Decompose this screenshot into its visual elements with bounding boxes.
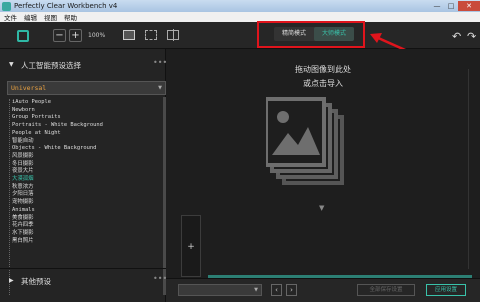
split-view-icon[interactable] [145,30,157,40]
zoom-out-button[interactable]: − [53,29,66,42]
preset-item[interactable]: 夜景大片 [12,168,162,176]
window-title: Perfectly Clear Workbench v4 [14,2,118,10]
mode-simple-option[interactable]: 精简模式 [274,27,314,41]
sidebar-divider [0,268,166,269]
chevron-down-icon[interactable]: ▼ [319,204,324,212]
collapse-arrow-icon[interactable]: ▼ [9,61,14,68]
close-button[interactable]: ✕ [458,1,480,11]
undo-icon[interactable]: ↶ [452,30,461,43]
mode-full-option[interactable]: 大师模式 [314,27,354,41]
menu-view[interactable]: 视图 [44,12,57,22]
preset-item[interactable]: 冬日摄影 [12,161,162,169]
preset-item[interactable]: 水下摄影 [12,230,162,238]
preset-item[interactable]: Group Portraits [12,114,162,122]
ai-preset-section-header[interactable]: ▼ 人工智能预设选择 ••• [0,58,167,74]
single-view-icon[interactable] [123,30,135,40]
menu-bar: 文件 编辑 视图 帮助 [0,12,480,22]
preset-dropdown-value: Universal [11,84,47,92]
preset-item[interactable]: Portraits - White Background [12,122,162,130]
expand-arrow-icon[interactable]: ▶ [9,277,14,284]
preset-item[interactable]: Animals [12,207,162,215]
preset-dropdown[interactable]: Universal ▼ [7,81,166,95]
preset-item[interactable]: iAuto People [12,99,162,107]
mode-toggle[interactable]: 精简模式 大师模式 [274,27,354,41]
preset-item[interactable]: People at Night [12,130,162,138]
preset-item[interactable]: 秋意浓方 [12,184,162,192]
main-canvas[interactable]: 拖动图像到此处 或点击导入 ▼ + [166,49,480,278]
preset-item[interactable]: 黑白照片 [12,238,162,246]
other-preset-section-title: 其他预设 [21,277,51,286]
minimize-button[interactable]: — [430,1,444,11]
compare-view-icon[interactable] [167,29,179,41]
ai-preset-section-title: 人工智能预设选择 [21,61,81,70]
chevron-down-icon: ▼ [158,85,162,91]
zoom-level: 100% [88,32,106,39]
preset-item[interactable]: 风景摄影 [12,153,162,161]
add-image-button[interactable]: + [181,215,201,277]
preset-item[interactable]: 宠物摄影 [12,199,162,207]
preset-item[interactable]: 花卉四季 [12,222,162,230]
zoom-in-button[interactable]: + [69,29,82,42]
preset-item-active[interactable]: 大漠孤烟 [12,176,162,184]
tree-guide-line [9,99,10,295]
preset-item[interactable]: 夕阳日落 [12,191,162,199]
preset-item[interactable]: 美食摄影 [12,215,162,223]
app-logo-icon [17,30,29,42]
next-image-button[interactable]: › [286,284,297,296]
drop-hint-line2[interactable]: 或点击导入 [166,78,480,89]
drop-hint-line1: 拖动图像到此处 [295,65,351,74]
preset-apply-select[interactable]: ▼ [178,284,262,296]
bottom-bar: ▼ ‹ › 全部保存设置 应用设置 [166,278,480,302]
sidebar: ▼ 人工智能预设选择 ••• Universal ▼ iAuto People … [0,49,167,302]
app-icon [2,1,11,11]
save-all-settings-button[interactable]: 全部保存设置 [357,284,415,296]
preset-item[interactable]: Objects - White Background [12,145,162,153]
import-images-icon[interactable] [266,97,356,192]
maximize-button[interactable]: □ [444,1,458,11]
other-preset-section-header[interactable]: ▶ 其他预设 ••• [0,274,167,290]
redo-icon[interactable]: ↷ [467,30,476,43]
apply-settings-button[interactable]: 应用设置 [426,284,466,296]
preset-item[interactable]: 智能自动 [12,138,162,146]
menu-help[interactable]: 帮助 [64,12,77,22]
canvas-scrollbar[interactable] [468,69,476,269]
preset-item[interactable]: Newborn [12,107,162,115]
previous-image-button[interactable]: ‹ [271,284,282,296]
menu-file[interactable]: 文件 [4,12,17,22]
chevron-down-icon: ▼ [254,287,258,293]
title-bar: Perfectly Clear Workbench v4 — □ ✕ [0,0,480,12]
menu-edit[interactable]: 编辑 [24,12,37,22]
